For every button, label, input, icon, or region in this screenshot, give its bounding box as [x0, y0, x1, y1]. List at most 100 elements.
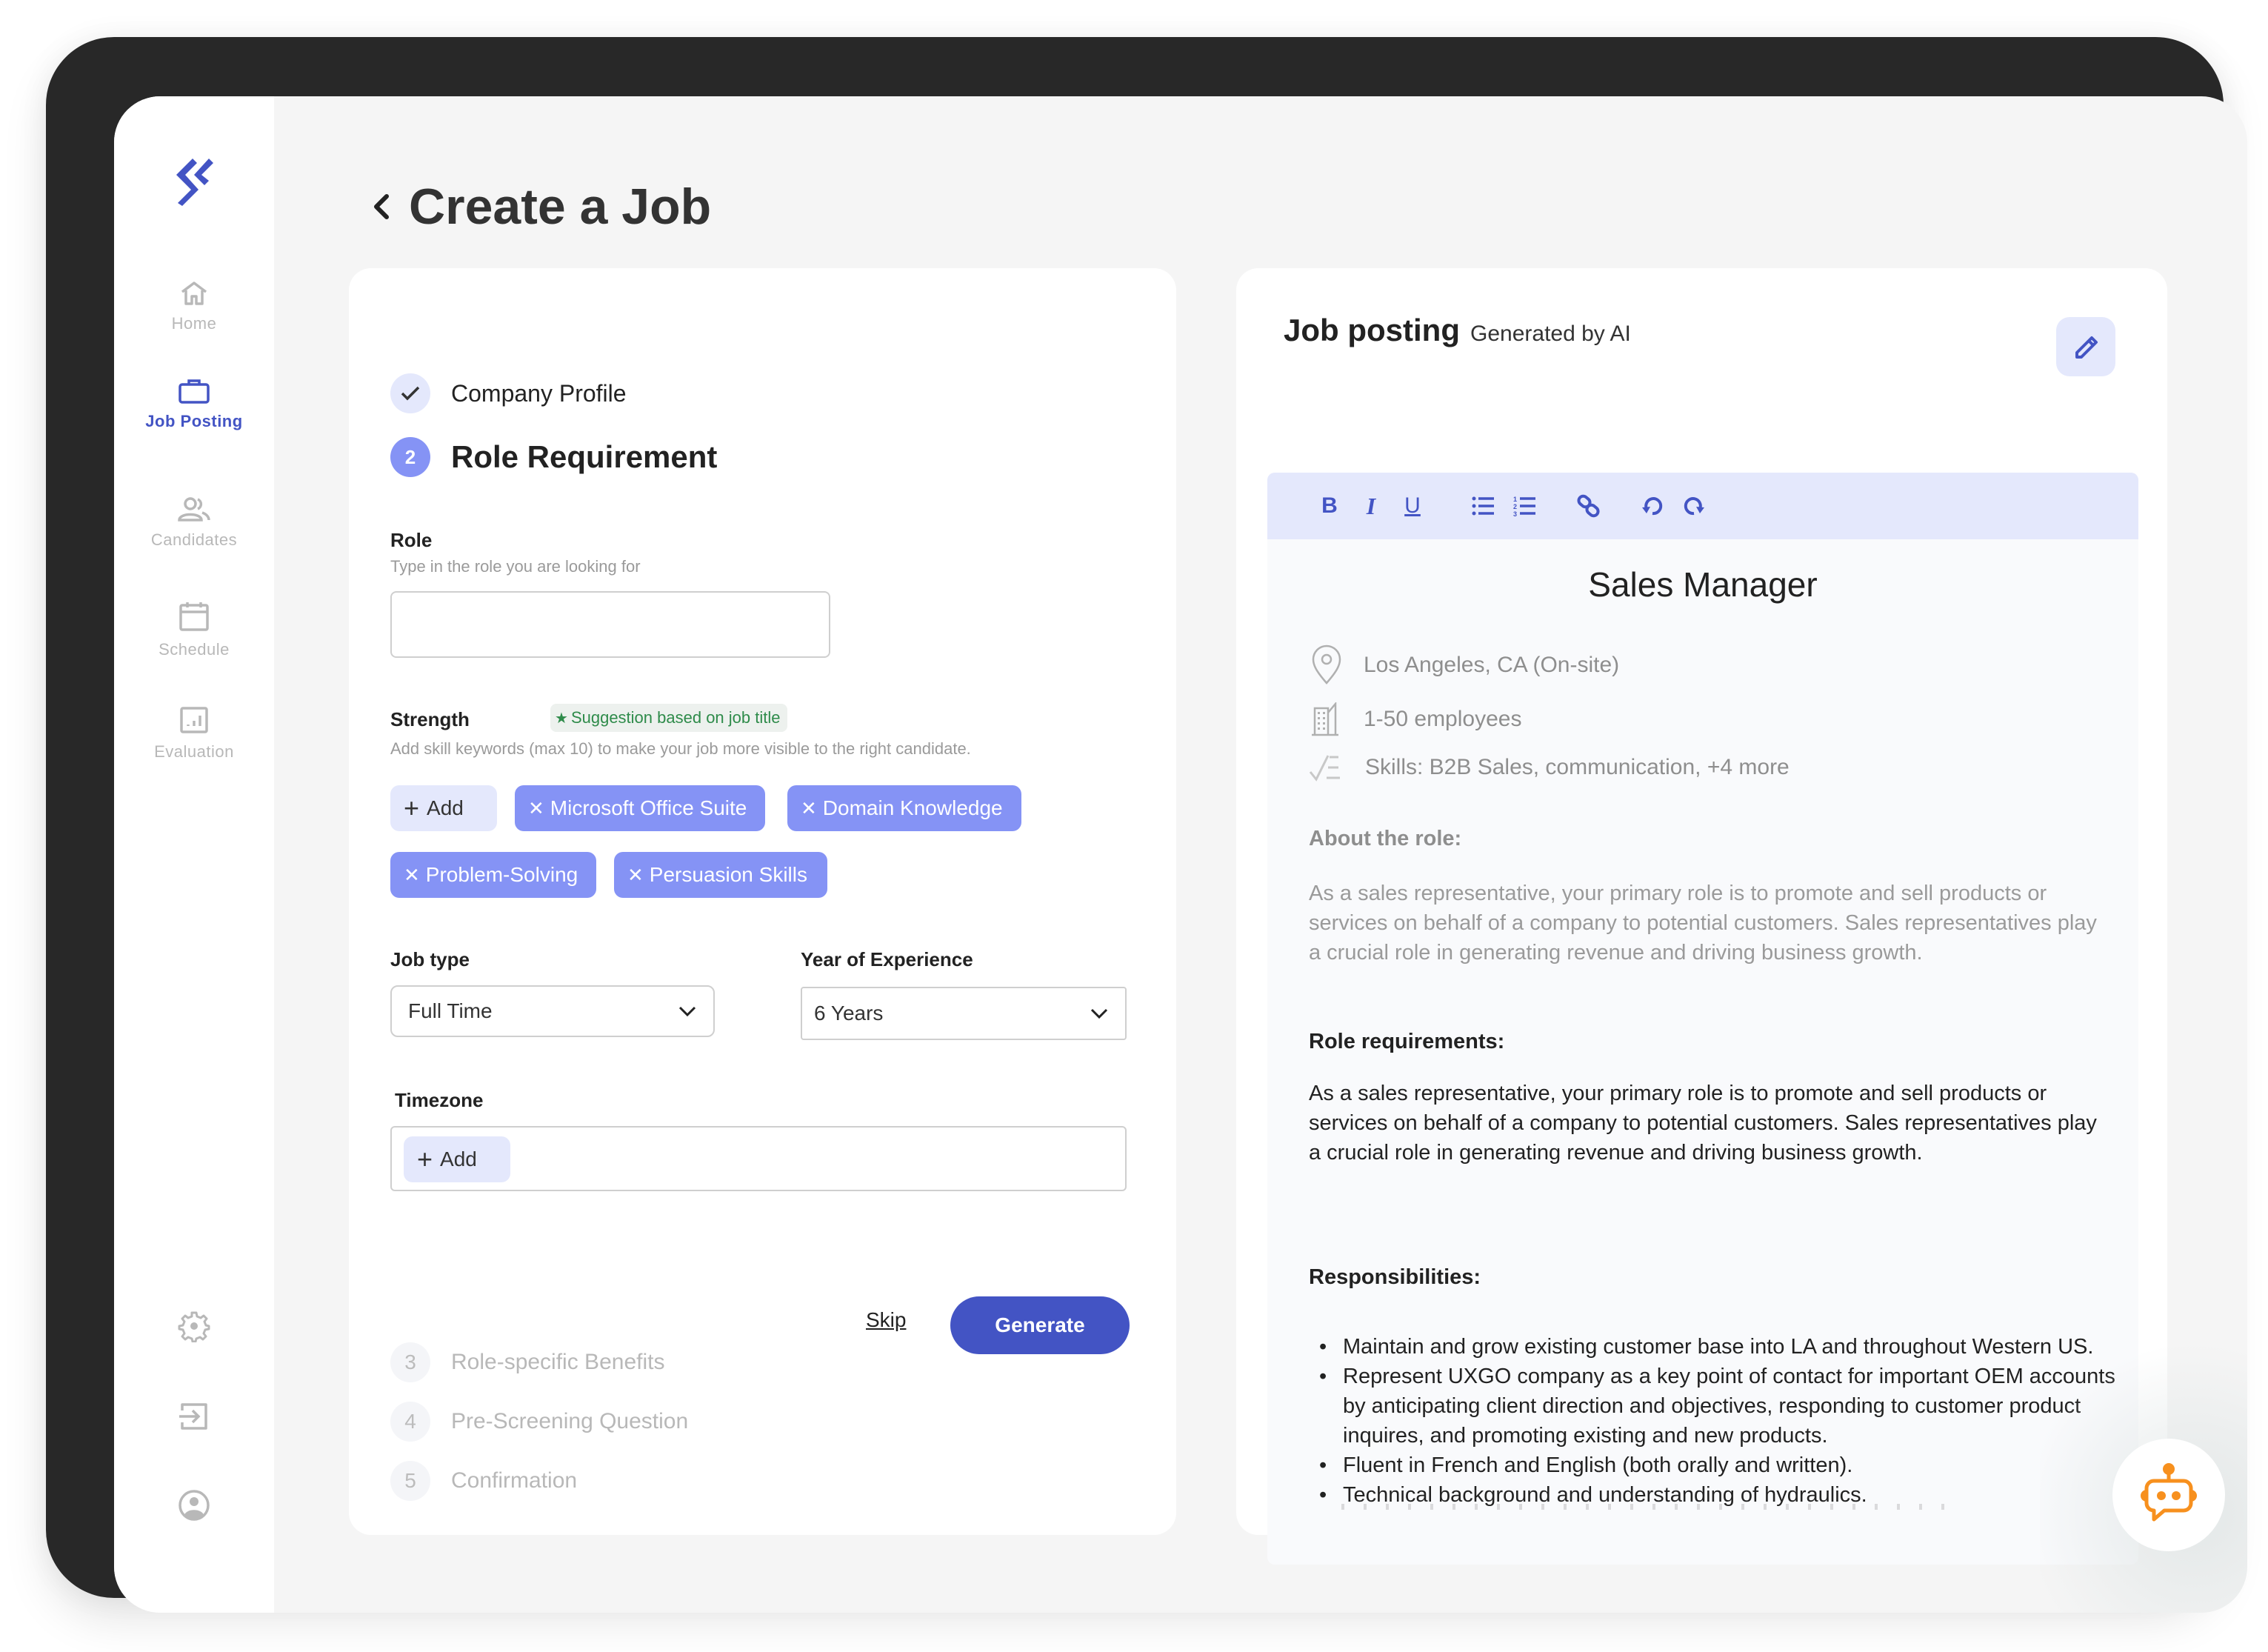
device-frame: Home Job Posting Candidates Schedule Eva… — [46, 37, 2247, 1613]
editor-toolbar: B I U 123 — [1267, 473, 2138, 539]
sidebar-item-label: Schedule — [159, 640, 230, 659]
skills-row: Skills: B2B Sales, communication, +4 mor… — [1309, 753, 1790, 782]
link-button[interactable] — [1575, 493, 1602, 519]
sidebar-item-schedule[interactable]: Schedule — [114, 600, 274, 659]
about-text: As a sales representative, your primary … — [1309, 882, 2097, 965]
bullet-list-icon — [1472, 496, 1494, 516]
strength-hint: Add skill keywords (max 10) to make your… — [390, 739, 971, 758]
sidebar-item-evaluation[interactable]: Evaluation — [114, 705, 274, 762]
skill-chip-label: Microsoft Office Suite — [550, 796, 747, 819]
underline-icon: U — [1404, 493, 1421, 518]
step-pre-screening-question: 4 Pre-Screening Question — [390, 1402, 688, 1442]
skill-chip[interactable]: ✕ Microsoft Office Suite — [515, 785, 765, 831]
job-type-label: Job type — [390, 948, 470, 970]
skip-link[interactable]: Skip — [866, 1308, 906, 1332]
remove-icon[interactable]: ✕ — [404, 864, 420, 887]
responsibilities-list: Maintain and grow existing customer base… — [1309, 1332, 2116, 1510]
skill-chip[interactable]: ✕ Persuasion Skills — [614, 852, 827, 898]
skill-chip-label: Persuasion Skills — [649, 863, 807, 886]
skill-chip-label: Problem-Solving — [425, 863, 578, 886]
remove-icon[interactable]: ✕ — [627, 864, 644, 887]
skill-chip[interactable]: ✕ Problem-Solving — [390, 852, 596, 898]
redo-icon — [1684, 497, 1704, 516]
back-chevron-icon[interactable] — [366, 184, 396, 229]
app-logo[interactable] — [172, 156, 216, 209]
add-timezone-label: Add — [440, 1148, 477, 1170]
step-number: 5 — [390, 1461, 430, 1501]
company-size-text: 1-50 employees — [1364, 707, 1522, 731]
bold-icon: B — [1321, 493, 1338, 518]
bullet-list-button[interactable] — [1470, 493, 1497, 519]
map-pin-icon — [1312, 645, 1341, 685]
svg-text:2: 2 — [1513, 503, 1517, 510]
step-label: Role Requirement — [451, 439, 718, 474]
requirements-text: As a sales representative, your primary … — [1309, 1082, 2097, 1165]
italic-button[interactable]: I — [1358, 493, 1384, 519]
check-icon — [390, 373, 430, 413]
responsibilities-heading: Responsibilities: — [1309, 1265, 1481, 1289]
numbered-list-button[interactable]: 123 — [1512, 493, 1538, 519]
location-text: Los Angeles, CA (On-site) — [1364, 653, 1620, 677]
logout-icon[interactable] — [178, 1400, 210, 1433]
generate-button[interactable]: Generate — [950, 1296, 1130, 1354]
list-item: Fluent in French and English (both orall… — [1309, 1451, 2116, 1480]
add-skill-label: Add — [427, 796, 464, 819]
experience-label: Year of Experience — [801, 948, 973, 970]
pencil-icon — [2075, 336, 2098, 359]
clipped-text-line — [1341, 1504, 1964, 1510]
timezone-label: Timezone — [395, 1089, 484, 1111]
requirements-heading: Role requirements: — [1309, 1030, 1505, 1053]
rich-text-editor[interactable]: B I U 123 Sales Manager Los Angeles, CA … — [1267, 473, 2138, 1565]
location-row: Los Angeles, CA (On-site) — [1309, 645, 1619, 686]
robot-chat-icon — [2141, 1463, 2197, 1522]
strength-label: Strength — [390, 708, 470, 730]
user-circle-icon[interactable] — [178, 1489, 210, 1522]
add-skill-button[interactable]: + Add — [390, 785, 497, 831]
undo-button[interactable] — [1639, 493, 1666, 519]
step-number: 2 — [390, 437, 430, 477]
timezone-field[interactable]: + Add — [390, 1126, 1127, 1191]
sidebar-item-label: Candidates — [150, 530, 238, 549]
svg-text:1: 1 — [1513, 496, 1517, 503]
suggestion-badge: ★ Suggestion based on job title — [550, 704, 788, 732]
step-role-requirement: 2 Role Requirement — [390, 437, 717, 477]
remove-icon[interactable]: ✕ — [528, 797, 544, 820]
sidebar-item-job-posting[interactable]: Job Posting — [114, 378, 274, 431]
users-icon — [178, 497, 210, 522]
link-icon — [1577, 494, 1600, 518]
job-posting-subtitle: Generated by AI — [1470, 322, 1631, 346]
gear-icon[interactable] — [178, 1310, 210, 1342]
italic-icon: I — [1366, 492, 1376, 519]
step-number: 3 — [390, 1342, 430, 1382]
step-company-profile[interactable]: Company Profile — [390, 373, 627, 413]
underline-button[interactable]: U — [1399, 493, 1426, 519]
skill-chip[interactable]: ✕ Domain Knowledge — [787, 785, 1021, 831]
job-posting-title: Job posting — [1284, 313, 1460, 347]
checklist-icon — [1309, 755, 1340, 782]
about-heading: About the role: — [1309, 827, 1462, 850]
role-input[interactable] — [390, 591, 830, 658]
building-icon — [1312, 702, 1338, 736]
experience-value: 6 Years — [814, 1002, 884, 1025]
step-label: Pre-Screening Question — [451, 1409, 689, 1433]
page-header: Create a Job — [366, 178, 711, 236]
sidebar-item-candidates[interactable]: Candidates — [114, 496, 274, 550]
role-requirement-form: Company Profile 2 Role Requirement Role … — [349, 268, 1176, 1535]
step-label: Company Profile — [451, 379, 627, 407]
job-title-heading: Sales Manager — [1588, 565, 1818, 604]
role-label: Role — [390, 529, 433, 551]
add-timezone-button[interactable]: + Add — [404, 1136, 510, 1182]
job-type-select[interactable]: Full Time — [390, 985, 715, 1037]
chevron-down-icon — [1090, 1008, 1108, 1019]
plus-icon: + — [404, 793, 420, 823]
bold-button[interactable]: B — [1316, 493, 1343, 519]
step-confirmation: 5 Confirmation — [390, 1461, 577, 1501]
remove-icon[interactable]: ✕ — [801, 797, 817, 820]
edit-button[interactable] — [2056, 317, 2115, 376]
star-icon: ★ — [555, 710, 568, 727]
ai-assistant-button[interactable] — [2112, 1439, 2225, 1551]
experience-select[interactable]: 6 Years — [801, 987, 1127, 1040]
step-number: 4 — [390, 1402, 430, 1442]
sidebar-item-home[interactable]: Home — [114, 280, 274, 333]
redo-button[interactable] — [1681, 493, 1707, 519]
